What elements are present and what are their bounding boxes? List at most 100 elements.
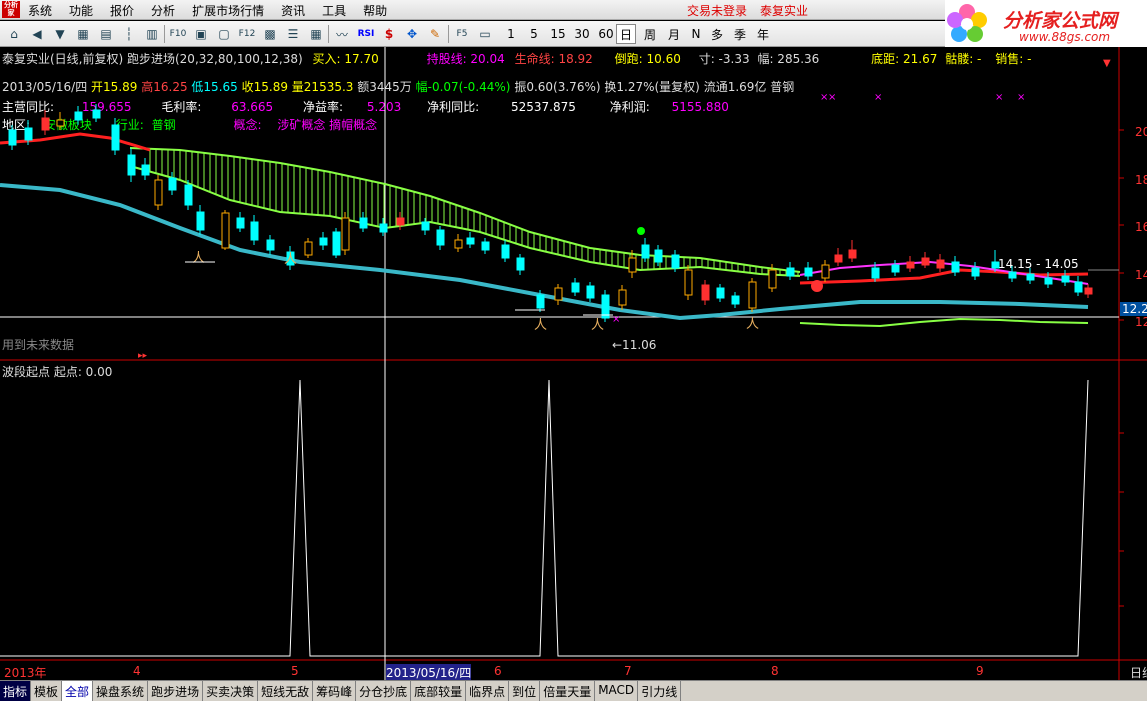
candle-body [1074, 281, 1083, 293]
candle-body [466, 237, 475, 245]
candle-body [936, 259, 945, 269]
menu-6[interactable]: 工具 [322, 2, 346, 19]
rsi-icon[interactable]: RSI [355, 24, 377, 44]
cross-marker-icon: × [828, 92, 836, 103]
period-4[interactable]: 60 [596, 24, 616, 44]
candle-body [481, 241, 490, 251]
grid-icon[interactable]: ▦ [73, 24, 93, 44]
table-icon[interactable]: ▤ [96, 24, 116, 44]
f5-icon[interactable]: F5 [452, 24, 472, 44]
ad-url[interactable]: www.88gs.com [1019, 30, 1110, 44]
bottom-tab-1[interactable]: 模板 [31, 681, 63, 701]
candle-body [748, 281, 757, 309]
candle-body [628, 257, 637, 273]
candle-body [56, 119, 65, 127]
list-icon[interactable]: ☰ [283, 24, 303, 44]
candle-body [8, 129, 17, 146]
candle-body [501, 244, 510, 259]
app-logo: 分析家 [2, 1, 20, 18]
bottom-tab-4[interactable]: 跑步进场 [148, 681, 204, 701]
period-3[interactable]: 30 [572, 24, 592, 44]
period-2[interactable]: 15 [548, 24, 568, 44]
period-8[interactable]: N [688, 24, 704, 44]
bottom-tab-3[interactable]: 操盘系统 [93, 681, 149, 701]
money-icon[interactable]: $ [379, 24, 399, 44]
move-icon[interactable]: ✥ [402, 24, 422, 44]
home-icon[interactable]: ⌂ [4, 24, 24, 44]
bottom-tab-6[interactable]: 短线无敌 [258, 681, 314, 701]
candle-body [141, 164, 150, 176]
period-9[interactable]: 多 [708, 24, 726, 44]
bottom-tab-0[interactable]: 指标 [0, 681, 32, 701]
bottom-tab-13[interactable]: MACD [595, 681, 639, 701]
menu-5[interactable]: 资讯 [281, 2, 305, 19]
arrow-marker-icon: ▸▸ [138, 351, 148, 361]
candle-body [1061, 275, 1070, 283]
life-line-left [0, 132, 151, 152]
signal-marker-icon: 人 [746, 317, 759, 332]
pencil-icon[interactable]: ✎ [425, 24, 445, 44]
bottom-tab-10[interactable]: 临界点 [466, 681, 510, 701]
x-axis-label: 8 [771, 664, 779, 678]
candle-body [304, 241, 313, 256]
period-7[interactable]: 月 [664, 24, 684, 44]
bottom-tab-5[interactable]: 买卖决策 [203, 681, 259, 701]
candle-body [168, 177, 177, 191]
x-axis-label: 4 [133, 664, 141, 678]
calc-icon[interactable]: ▦ [306, 24, 326, 44]
period-1[interactable]: 5 [526, 24, 542, 44]
candle-body [716, 287, 725, 299]
candle-body [111, 124, 120, 151]
candle-icon[interactable]: ┆ [119, 24, 139, 44]
period-6[interactable]: 周 [640, 24, 660, 44]
bottom-tab-7[interactable]: 筹码峰 [313, 681, 357, 701]
bottom-tab-8[interactable]: 分仓抄底 [356, 681, 412, 701]
candle-body [906, 261, 915, 269]
period-type-label: 日线 [1130, 666, 1147, 680]
chart-icon[interactable]: ▩ [260, 24, 280, 44]
bars-icon[interactable]: ▥ [142, 24, 162, 44]
candle-body [671, 254, 680, 269]
f12-icon[interactable]: F12 [237, 24, 257, 44]
bottom-tab-9[interactable]: 底部较量 [411, 681, 467, 701]
kline-chart[interactable]: 人人人人人× × × × ××▸▸▼ [0, 47, 1147, 680]
candle-body [871, 267, 880, 279]
down-icon[interactable]: ▼ [50, 24, 70, 44]
candle-body [684, 269, 693, 296]
login-status[interactable]: 交易未登录 [687, 2, 747, 19]
bottom-tab-14[interactable]: 引力线 [638, 681, 682, 701]
price-label: 12 [1135, 315, 1147, 329]
low-label: ←11.06 [612, 338, 657, 352]
window-icon[interactable]: ▭ [475, 24, 495, 44]
warning-icon [811, 280, 823, 292]
menu-3[interactable]: 分析 [151, 2, 175, 19]
candle-body [536, 294, 545, 309]
price-label: 20 [1135, 125, 1147, 139]
bottom-tab-12[interactable]: 倍量天量 [540, 681, 596, 701]
menu-7[interactable]: 帮助 [363, 2, 387, 19]
bottom-tab-11[interactable]: 到位 [509, 681, 541, 701]
doc-icon[interactable]: ▢ [214, 24, 234, 44]
signal-marker-icon: 人 [591, 318, 604, 333]
bottom-tab-2[interactable]: 全部 [62, 681, 94, 701]
period-5[interactable]: 日 [616, 24, 636, 44]
menu-2[interactable]: 报价 [110, 2, 134, 19]
signal-marker-icon: 人 [284, 252, 297, 267]
candle-body [951, 261, 960, 273]
wave-icon[interactable]: 〰 [332, 24, 352, 44]
candle-body [436, 229, 445, 246]
menu-1[interactable]: 功能 [69, 2, 93, 19]
period-11[interactable]: 年 [754, 24, 772, 44]
f10-icon[interactable]: F10 [168, 24, 188, 44]
candle-body [618, 289, 627, 306]
candle-body [421, 221, 430, 231]
candle-body [236, 217, 245, 229]
back-icon[interactable]: ◀ [27, 24, 47, 44]
menu-4[interactable]: 扩展市场行情 [192, 2, 264, 19]
menu-0[interactable]: 系统 [28, 2, 52, 19]
period-10[interactable]: 季 [730, 24, 750, 44]
signal-marker-icon: 人 [534, 318, 547, 333]
candle-body [834, 254, 843, 263]
period-0[interactable]: 1 [503, 24, 519, 44]
report-icon[interactable]: ▣ [191, 24, 211, 44]
